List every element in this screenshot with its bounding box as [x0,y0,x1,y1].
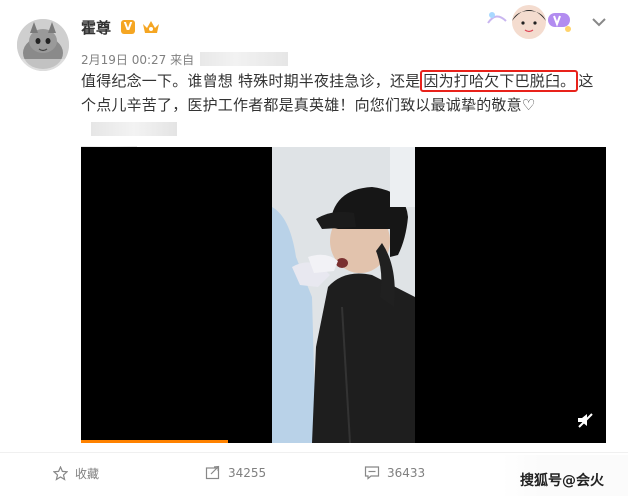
chevron-down-icon[interactable] [591,16,607,28]
video-player[interactable] [81,147,606,443]
favorite-label: 收藏 [75,467,100,481]
mute-icon[interactable] [576,411,594,429]
avatar-pendant-badge [487,5,571,39]
comment-count: 36433 [387,465,426,480]
star-icon [53,466,68,481]
video-frame-image [272,147,415,443]
video-progress-bar[interactable] [81,440,228,443]
comment-button[interactable]: 36433 [364,465,425,480]
post-meta: 2月19日 00:27 来自 [81,51,288,68]
repost-button[interactable]: 34255 [205,465,266,480]
comment-icon [364,466,380,480]
verified-icon: V [121,20,135,34]
avatar[interactable] [17,19,69,71]
crown-icon[interactable] [142,19,160,35]
source-prefix: 来自 [170,53,195,67]
timestamp[interactable]: 2月19日 00:27 [81,53,166,67]
blurred-mention [91,122,177,136]
post-text-before: 值得纪念一下。谁曾想 特殊时期半夜挂急诊，还是 [81,72,421,90]
weibo-post: 霍尊 V 2月19日 00:27 来自 值得纪念一下。谁曾想 特殊时期半夜挂急诊… [0,0,628,496]
repost-icon [205,465,220,480]
username[interactable]: 霍尊 [81,17,111,38]
repost-count: 34255 [228,465,267,480]
favorite-button[interactable]: 收藏 [53,465,99,482]
watermark: 搜狐号@会火 [520,473,604,489]
highlighted-text: 因为打哈欠下巴脱臼。 [420,70,579,92]
action-bar: 收藏 34255 36433 搜狐号@会火 [0,452,628,496]
blurred-source [199,52,288,66]
